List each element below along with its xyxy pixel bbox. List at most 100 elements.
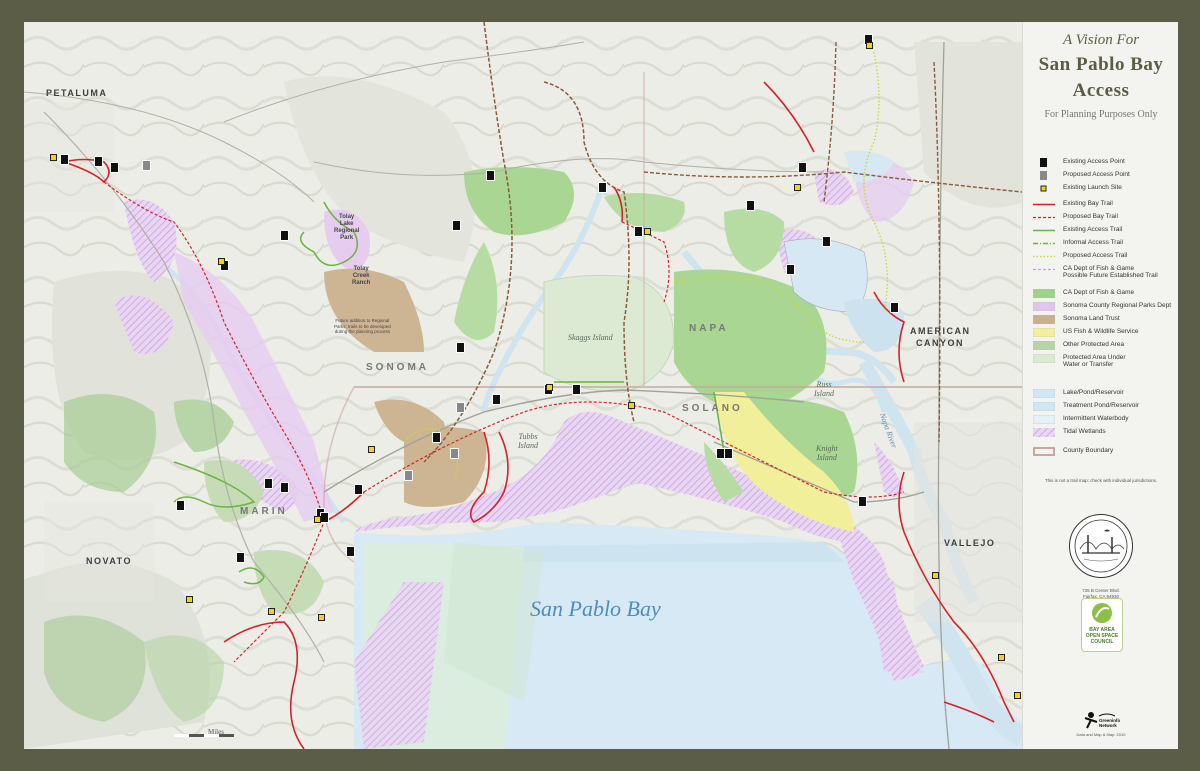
legend-item: Proposed Access Point [1033,170,1178,181]
water-label: Knight Island [816,444,838,462]
greeninfo-text: Greeninfo Network [1099,718,1121,728]
launch-site-icon[interactable] [1014,692,1021,699]
proposed-access-point-icon [1033,171,1055,180]
existing-access-point-icon[interactable] [572,384,581,395]
legend-swatch [1033,265,1055,274]
existing-access-point-icon[interactable] [822,236,831,247]
greeninfo-logo: Greeninfo Network Data and Map & Map: 20… [1077,710,1125,740]
launch-site-icon[interactable] [546,384,553,391]
legend-item: CA Dept of Fish & Game Possible Future E… [1033,264,1178,279]
launch-site-icon[interactable] [932,572,939,579]
existing-access-point-icon[interactable] [60,154,69,165]
water-label: Skaggs Island [568,333,613,342]
launch-site-icon[interactable] [368,446,375,453]
map-canvas[interactable]: PETALUMA NOVATO AMERICAN CANYON VALLEJO … [24,22,1028,749]
title-line-2: San Pablo Bay [1038,54,1164,75]
legend-item-label: Existing Launch Site [1063,184,1122,191]
existing-access-point-icon [1033,158,1055,167]
existing-access-point-icon[interactable] [110,162,119,173]
existing-access-point-icon[interactable] [346,546,355,557]
scale-label: Miles [208,728,224,736]
legend-swatch [1033,428,1055,437]
legend-item-label: Proposed Bay Trail [1063,213,1118,220]
legend-note: This is not a trail map; check with indi… [1044,478,1158,483]
existing-access-point-icon[interactable] [280,230,289,241]
launch-site-icon[interactable] [628,402,635,409]
launch-site-icon[interactable] [50,154,57,161]
legend-swatch [1032,388,1056,399]
existing-access-point-icon[interactable] [280,482,289,493]
legend-item-label: Sonoma Land Trust [1063,315,1120,322]
legend-item: Treatment Pond/Reservoir [1032,401,1178,412]
place-label: AMERICAN [910,326,971,336]
legend-item-label: Sonoma County Regional Parks Dept [1063,302,1172,309]
legend-item: CA Dept of Fish & Game [1032,288,1178,299]
existing-access-point-icon[interactable] [598,182,607,193]
legend-item-label: Informal Access Trail [1063,239,1123,246]
legend-item: County Boundary [1033,446,1178,457]
open-space-council-logo: BAY AREA OPEN SPACE COUNCIL [1081,598,1123,652]
existing-access-point-icon[interactable] [724,448,733,459]
map-graphic [24,22,1028,749]
proposed-access-point-icon[interactable] [142,160,151,171]
launch-site-icon[interactable] [268,608,275,615]
existing-access-point-icon[interactable] [176,500,185,511]
launch-site-icon[interactable] [866,42,873,49]
legend-swatch [1032,288,1056,299]
launch-site-icon[interactable] [186,596,193,603]
county-label: NAPA [689,323,729,334]
title-subtitle: For Planning Purposes Only [1044,109,1158,120]
existing-access-point-icon[interactable] [452,220,461,231]
launch-site-icon[interactable] [218,258,225,265]
legend-item-label: US Fish & Wildlife Service [1063,328,1139,335]
existing-access-point-icon[interactable] [492,394,501,405]
place-label: CANYON [916,338,965,348]
existing-access-point-icon[interactable] [786,264,795,275]
legend-item-label: Other Protected Area [1063,341,1125,348]
legend-swatch [1032,414,1056,425]
legend-item: Existing Launch Site [1033,183,1178,194]
launch-site-icon[interactable] [998,654,1005,661]
legend-item: Existing Access Trail [1033,225,1178,236]
existing-access-point-icon[interactable] [746,200,755,211]
legend-item: Existing Bay Trail [1033,199,1178,210]
existing-access-point-icon[interactable] [486,170,495,181]
bridge-icon [1074,519,1128,573]
legend-item-label: Existing Access Trail [1063,226,1123,233]
county-label: SONOMA [366,362,429,373]
existing-access-point-icon[interactable] [890,302,899,313]
legend-item-label: CA Dept of Fish & Game Possible Future E… [1063,265,1158,279]
proposed-access-point-icon[interactable] [450,448,459,459]
existing-access-point-icon[interactable] [236,552,245,563]
legend-swatch [1033,213,1055,222]
existing-access-point-icon[interactable] [354,484,363,495]
proposed-access-point-icon[interactable] [456,402,465,413]
launch-site-icon[interactable] [314,516,321,523]
launch-site-icon[interactable] [794,184,801,191]
legend-item: Sonoma Land Trust [1032,314,1178,325]
legend-item: Tidal Wetlands [1033,427,1178,438]
launch-site-icon[interactable] [644,228,651,235]
legend-item-label: Proposed Access Trail [1063,252,1128,259]
joint-venture-logo [1069,514,1133,578]
legend-item: Lake/Pond/Reservoir [1032,388,1178,399]
place-label: NOVATO [86,556,133,566]
legend-swatch [1032,353,1056,364]
existing-access-point-icon[interactable] [456,342,465,353]
proposed-access-point-icon[interactable] [404,470,413,481]
legend-swatch [1033,252,1055,261]
existing-access-point-icon[interactable] [798,162,807,173]
existing-access-point-icon[interactable] [858,496,867,507]
existing-access-point-icon[interactable] [634,226,643,237]
legend-swatch [1033,447,1055,456]
bay-label: San Pablo Bay [530,596,661,621]
legend-item-label: County Boundary [1063,447,1114,454]
legend-item: Informal Access Trail [1033,238,1178,249]
legend-swatch [1033,226,1055,235]
legend-item-label: Proposed Access Point [1063,171,1130,178]
launch-site-icon[interactable] [318,614,325,621]
existing-access-point-icon[interactable] [264,478,273,489]
existing-access-point-icon[interactable] [94,156,103,167]
existing-access-point-icon[interactable] [432,432,441,443]
existing-access-point-icon[interactable] [320,512,329,523]
